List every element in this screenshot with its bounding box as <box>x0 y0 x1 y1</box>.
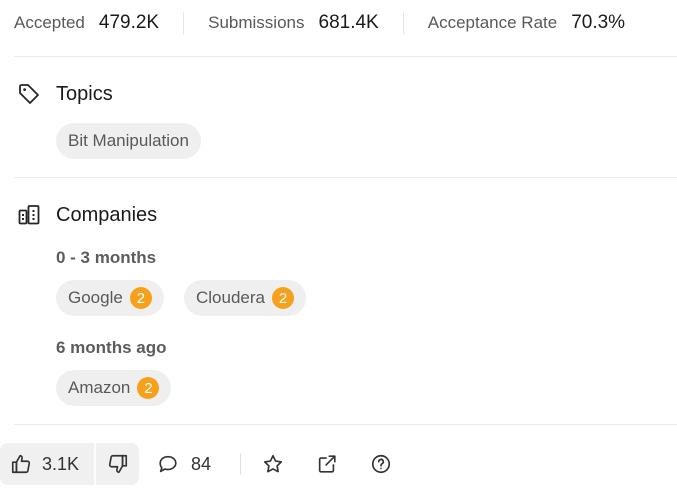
submissions-label: Submissions <box>208 13 305 32</box>
star-icon <box>263 454 283 473</box>
acceptance-rate-label: Acceptance Rate <box>427 13 558 32</box>
company-count-badge: 2 <box>129 287 152 309</box>
action-bar: 3.1K 84 <box>0 443 677 485</box>
company-tag-amazon[interactable]: Amazon 2 <box>56 370 172 406</box>
comment-count: 84 <box>191 453 212 474</box>
companies-header[interactable]: Companies <box>17 203 157 227</box>
stat-divider <box>402 12 404 34</box>
accepted-stat: Accepted 479.2K <box>14 12 159 34</box>
divider <box>14 424 677 425</box>
divider <box>14 56 677 57</box>
company-tag-cloudera[interactable]: Cloudera 2 <box>184 280 306 316</box>
company-count-badge: 2 <box>272 287 294 309</box>
acceptance-rate-value: 70.3% <box>571 12 626 33</box>
like-button[interactable]: 3.1K <box>0 443 94 485</box>
topics-header[interactable]: Topics <box>17 82 113 106</box>
comment-icon <box>159 455 177 473</box>
acceptance-rate-stat: Acceptance Rate 70.3% <box>428 12 625 34</box>
building-icon <box>18 205 40 225</box>
submissions-stat: Submissions 681.4K <box>208 12 379 34</box>
accepted-value: 479.2K <box>98 12 160 33</box>
tag-icon <box>19 84 39 104</box>
topic-tag[interactable]: Bit Manipulation <box>56 123 201 159</box>
stat-divider <box>183 12 185 34</box>
vote-group: 3.1K <box>0 443 139 485</box>
company-tag-google[interactable]: Google 2 <box>56 280 164 316</box>
period-label: 0 - 3 months <box>56 248 157 267</box>
company-name: Amazon <box>68 378 131 397</box>
thumbs-up-icon <box>11 454 31 474</box>
thumbs-down-icon <box>108 454 127 474</box>
topic-tag-label: Bit Manipulation <box>68 131 189 150</box>
period-label: 6 months ago <box>56 338 167 357</box>
action-divider <box>240 453 241 475</box>
accepted-label: Accepted <box>14 13 85 32</box>
favorite-button[interactable] <box>262 443 284 485</box>
divider <box>14 177 677 178</box>
share-button[interactable] <box>316 443 338 485</box>
stats-row: Accepted 479.2K Submissions 681.4K Accep… <box>14 9 677 37</box>
external-link-icon <box>318 455 336 473</box>
help-icon <box>371 454 391 474</box>
comments-button[interactable]: 84 <box>157 443 211 485</box>
company-name: Google <box>68 288 123 307</box>
help-button[interactable] <box>370 443 392 485</box>
companies-title: Companies <box>56 203 158 226</box>
topics-title: Topics <box>56 82 113 105</box>
company-count-badge: 2 <box>137 377 160 399</box>
submissions-value: 681.4K <box>318 12 379 33</box>
dislike-button[interactable] <box>96 443 139 485</box>
like-count: 3.1K <box>42 453 80 474</box>
company-name: Cloudera <box>196 288 265 307</box>
